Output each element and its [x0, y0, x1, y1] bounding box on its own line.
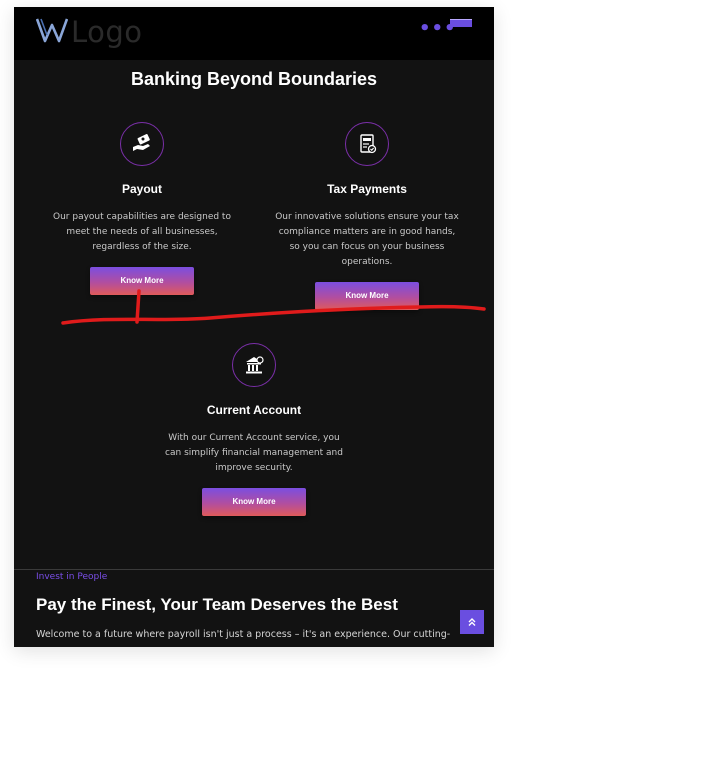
card-description: With our Current Account service, you ca… — [165, 433, 343, 473]
menu-toggle-button[interactable] — [450, 19, 472, 27]
card-description: Our payout capabilities are designed to … — [53, 212, 231, 252]
w-logo-icon — [35, 17, 69, 47]
logo-text: Logo — [71, 15, 143, 49]
payout-hand-money-icon — [120, 122, 164, 166]
top-navbar: Logo ••• — [14, 7, 494, 60]
service-card-payout: Payout Our payout capabilities are desig… — [37, 122, 247, 295]
know-more-button[interactable]: Know More — [202, 488, 306, 516]
page-frame: Logo ••• Banking Beyond Boundaries Payou… — [14, 7, 494, 647]
site-logo[interactable]: Logo — [35, 15, 143, 49]
section-title: Banking Beyond Boundaries — [130, 69, 378, 89]
scroll-to-top-button[interactable] — [460, 610, 484, 634]
know-more-button[interactable]: Know More — [90, 267, 194, 295]
card-title: Current Account — [206, 403, 302, 417]
bank-building-icon — [232, 343, 276, 387]
double-chevron-up-icon — [468, 618, 476, 626]
service-card-current-account: Current Account With our Current Account… — [149, 343, 359, 516]
section-divider — [14, 569, 494, 570]
section-headline: Pay the Finest, Your Team Deserves the B… — [36, 595, 398, 614]
know-more-button[interactable]: Know More — [315, 282, 419, 310]
card-title: Tax Payments — [327, 182, 407, 196]
tax-document-icon — [345, 122, 389, 166]
section-intro-text: Welcome to a future where payroll isn't … — [36, 629, 451, 640]
service-card-tax-payments: Tax Payments Our innovative solutions en… — [262, 122, 472, 310]
section-eyebrow: Invest in People — [36, 572, 108, 582]
card-description: Our innovative solutions ensure your tax… — [275, 212, 459, 267]
card-title: Payout — [121, 182, 162, 196]
